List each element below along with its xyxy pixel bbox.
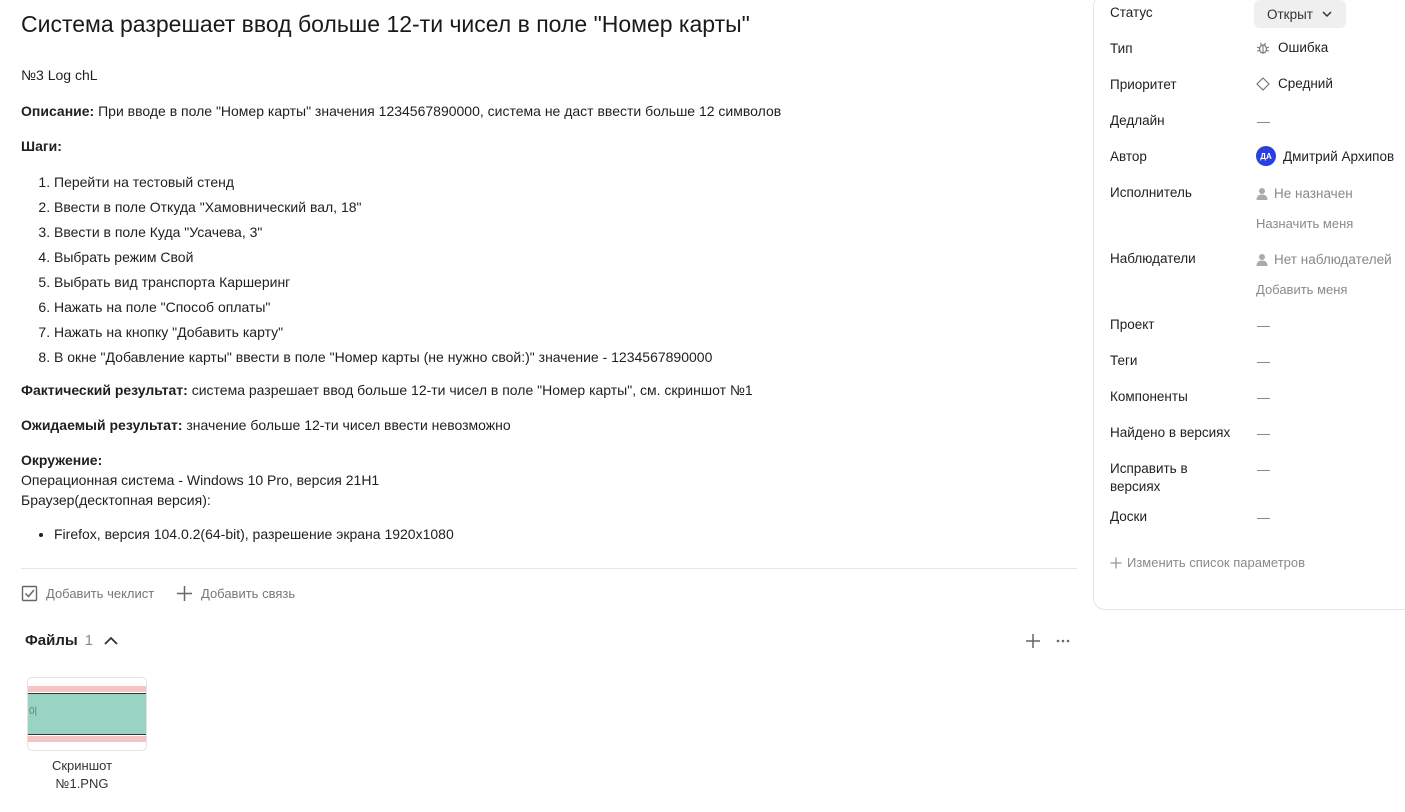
person-icon [1256,187,1268,201]
thumb-stripe [28,686,146,692]
add-file-icon[interactable] [1025,633,1041,649]
project-label: Проект [1110,317,1155,332]
add-link-label: Добавить связь [201,586,296,601]
status-dropdown[interactable]: Открыт [1254,0,1346,28]
assignee-text: Не назначен [1274,186,1353,201]
thumb-field [28,694,146,734]
step-item: Ввести в поле Куда "Усачева, 3" [54,220,712,245]
actual-text: система разрешает ввод больше 12-ти чисе… [187,382,753,398]
found-in-value[interactable]: — [1257,426,1270,441]
author-name: Дмитрий Архипов [1283,148,1395,164]
checklist-icon [21,585,38,602]
bug-icon [1256,41,1270,55]
add-me-link[interactable]: Добавить меня [1256,282,1347,297]
description: Описание: При вводе в поле "Номер карты"… [21,101,781,121]
expected-result: Ожидаемый результат: значение больше 12-… [21,415,511,435]
step-item: Выбрать режим Свой [54,245,712,270]
divider [21,568,1077,569]
author-label: Автор [1110,149,1147,164]
followers-label: Наблюдатели [1110,251,1196,266]
tags-value[interactable]: — [1257,354,1270,369]
edit-params-button[interactable]: Изменить список параметров [1110,555,1305,570]
tags-label: Теги [1110,353,1138,368]
step-item: Перейти на тестовый стенд [54,170,712,195]
issue-meta: №3 Log chL [21,67,98,83]
step-item: В окне "Добавление карты" ввести в поле … [54,345,712,370]
issue-title: Система разрешает ввод больше 12-ти чисе… [21,11,750,37]
add-checklist-label: Добавить чеклист [46,586,155,601]
description-text: При вводе в поле "Номер карты" значения … [94,103,782,119]
followers-value[interactable]: Нет наблюдателей [1256,252,1392,267]
more-icon[interactable] [1055,633,1071,649]
chevron-up-icon[interactable] [103,633,119,649]
steps-label-text: Шаги: [21,138,62,154]
thumb-stripe [28,736,146,742]
step-item: Нажать на поле "Способ оплаты" [54,295,712,320]
thumb-text: 0| [29,706,38,717]
env-item: Firefox, версия 104.0.2(64-bit), разреше… [54,524,454,544]
boards-label: Доски [1110,509,1147,524]
files-label: Файлы [25,632,78,649]
step-item: Ввести в поле Откуда "Хамовнический вал,… [54,195,712,220]
deadline-value[interactable]: — [1257,114,1270,129]
assignee-label: Исполнитель [1110,185,1192,200]
add-checklist-button[interactable]: Добавить чеклист [21,585,154,602]
files-tools [1025,633,1071,649]
expected-text: значение больше 12-ти чисел ввести невоз… [182,417,511,433]
type-text: Ошибка [1278,40,1329,55]
avatar: ДА [1256,146,1276,166]
project-value[interactable]: — [1257,318,1270,333]
priority-label: Приоритет [1110,77,1177,92]
chevron-down-icon [1321,8,1333,20]
env-label: Окружение: [21,452,103,468]
assignee-value[interactable]: Не назначен [1256,186,1353,201]
components-value[interactable]: — [1257,390,1270,405]
env-os: Операционная система - Windows 10 Pro, в… [21,472,380,488]
boards-value[interactable]: — [1257,510,1270,525]
fix-in-value[interactable]: — [1257,462,1270,477]
deadline-label: Дедлайн [1110,113,1165,128]
edit-params-label: Изменить список параметров [1127,555,1306,570]
author-value[interactable]: ДА Дмитрий Архипов [1256,146,1394,166]
found-in-label: Найдено в версиях [1110,425,1231,440]
file-thumbnail[interactable]: 0| [27,677,147,751]
step-item: Выбрать вид транспорта Каршеринг [54,270,712,295]
status-label: Статус [1110,5,1153,20]
fix-in-label: Исправить в версиях [1110,461,1188,494]
files-header[interactable]: Файлы 1 [25,632,119,649]
actual-label: Фактический результат: [21,382,188,398]
file-name[interactable]: Скриншот №1.PNG [47,757,117,793]
env-list: Firefox, версия 104.0.2(64-bit), разреше… [21,524,454,544]
steps-label: Шаги: [21,136,62,156]
plus-icon [1110,557,1122,569]
thumb-line [28,734,146,735]
person-icon [1256,253,1268,267]
description-label: Описание: [21,103,95,119]
expected-label: Ожидаемый результат: [21,417,183,433]
files-count: 1 [84,632,94,649]
type-value[interactable]: Ошибка [1256,40,1328,55]
followers-text: Нет наблюдателей [1274,252,1392,267]
environment: Окружение: Операционная система - Window… [21,450,379,510]
diamond-icon [1256,76,1270,91]
actual-result: Фактический результат: система разрешает… [21,380,753,400]
step-item: Нажать на кнопку "Добавить карту" [54,320,712,345]
components-label: Компоненты [1110,389,1188,404]
priority-text: Средний [1278,76,1333,91]
priority-value[interactable]: Средний [1256,76,1333,91]
add-link-button[interactable]: Добавить связь [176,585,295,602]
env-browser: Браузер(десктопная версия): [21,492,211,508]
assign-me-link[interactable]: Назначить меня [1256,216,1353,231]
type-label: Тип [1110,41,1133,56]
plus-icon [176,585,193,602]
steps-list: Перейти на тестовый стенд Ввести в поле … [21,170,712,370]
status-value: Открыт [1267,6,1313,22]
